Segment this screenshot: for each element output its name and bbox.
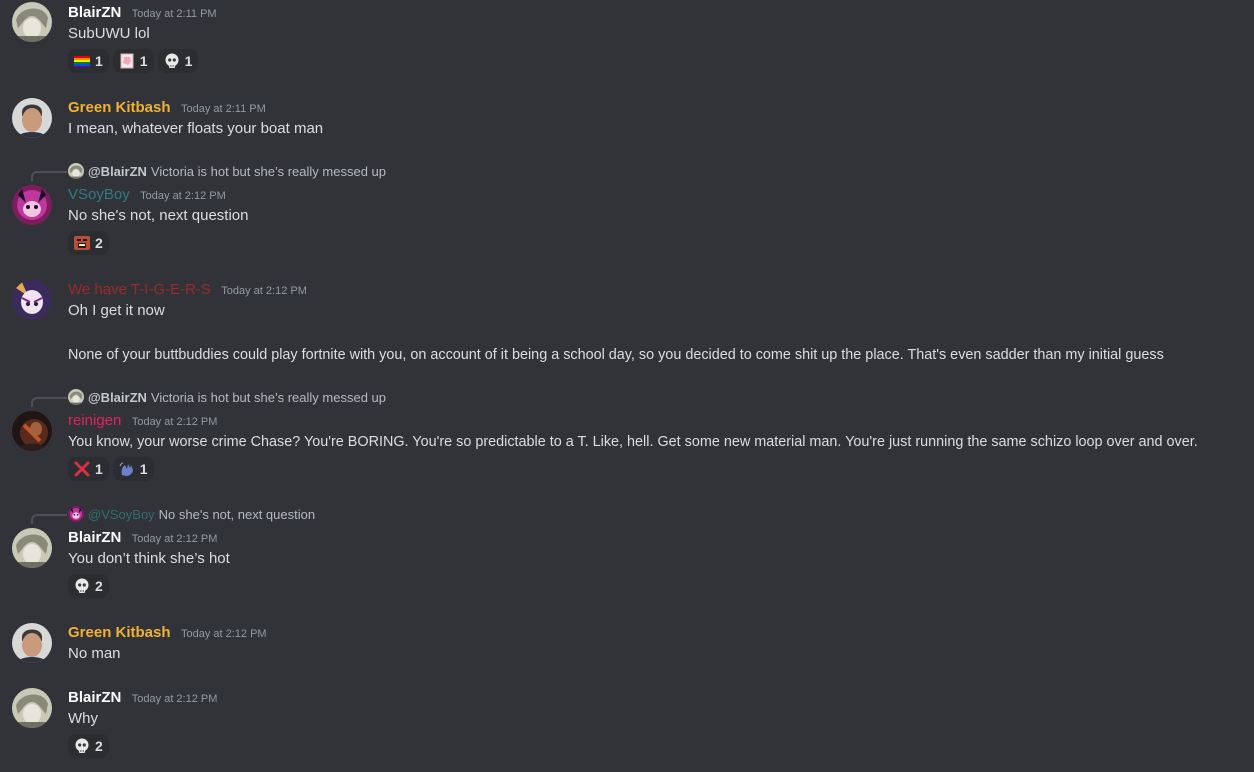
reaction-skull-face[interactable]: 2: [68, 734, 109, 758]
timestamp[interactable]: Today at 2:12 PM: [181, 628, 267, 640]
reply-reference[interactable]: @VSoyBoy No she's not, next question: [68, 505, 315, 523]
avatar[interactable]: [12, 623, 52, 663]
username[interactable]: reinigen: [68, 412, 121, 429]
shouting-face-icon: [74, 235, 90, 251]
timestamp[interactable]: Today at 2:11 PM: [132, 8, 217, 20]
message-text: I mean, whatever floats your boat man: [68, 120, 324, 137]
reaction-count: 1: [184, 53, 193, 69]
reaction-waving-hand[interactable]: 1: [112, 457, 154, 481]
reaction-skull-face[interactable]: 2: [68, 574, 109, 598]
message-header: VSoyBoy Today at 2:12 PM: [68, 186, 226, 204]
username[interactable]: BlairZN: [68, 529, 121, 546]
reply-mention[interactable]: @BlairZN: [88, 164, 147, 179]
reply-connector: [31, 171, 67, 181]
avatar[interactable]: [12, 2, 52, 42]
reaction-anime-sticker[interactable]: 1: [112, 49, 154, 73]
message-text: No man: [68, 645, 121, 662]
message-text: You know, your worse crime Chase? You're…: [68, 434, 1198, 450]
username[interactable]: Green Kitbash: [68, 99, 171, 116]
message-header: reinigen Today at 2:12 PM: [68, 412, 217, 430]
reaction-red-x[interactable]: 1: [68, 457, 109, 481]
chat-messages: BlairZN Today at 2:11 PM SubUWU lol 1 1 …: [0, 0, 1254, 772]
reply-mention[interactable]: @BlairZN: [88, 390, 147, 405]
skull-face-icon: [74, 738, 90, 754]
reply-preview: No she's not, next question: [158, 506, 316, 522]
reactions: 2: [68, 734, 109, 758]
username[interactable]: We have T-I-G-E-R-S: [68, 281, 211, 298]
avatar[interactable]: [12, 185, 52, 225]
message-text: No she's not, next question: [68, 207, 249, 224]
message-header: BlairZN Today at 2:11 PM: [68, 4, 217, 22]
username[interactable]: BlairZN: [68, 689, 121, 706]
message-text: SubUWU lol: [68, 25, 150, 42]
anime-sticker-icon: [119, 53, 135, 69]
timestamp[interactable]: Today at 2:12 PM: [132, 533, 218, 545]
reaction-count: 2: [95, 578, 103, 594]
avatar[interactable]: [12, 280, 52, 320]
reaction-count: 2: [95, 235, 103, 251]
reply-connector: [31, 397, 67, 407]
message-header: BlairZN Today at 2:12 PM: [68, 689, 217, 707]
reply-mention[interactable]: @VSoyBoy: [88, 507, 155, 522]
reaction-count: 1: [95, 461, 103, 477]
avatar[interactable]: [12, 528, 52, 568]
timestamp[interactable]: Today at 2:12 PM: [132, 693, 218, 705]
avatar[interactable]: [12, 688, 52, 728]
reaction-shouting-face[interactable]: 2: [68, 231, 109, 255]
reply-connector: [31, 514, 67, 524]
timestamp[interactable]: Today at 2:12 PM: [140, 190, 226, 202]
username[interactable]: BlairZN: [68, 4, 121, 21]
reaction-rainbow-flag[interactable]: 1: [68, 49, 109, 73]
avatar[interactable]: [12, 411, 52, 451]
reply-preview: Victoria is hot but she’s really messed …: [150, 163, 386, 179]
waving-hand-icon: [119, 461, 135, 477]
reply-avatar: [68, 163, 84, 179]
reaction-count: 1: [139, 461, 148, 477]
skull-face-icon: [74, 578, 90, 594]
reaction-count: 1: [95, 53, 103, 69]
message-header: Green Kitbash Today at 2:12 PM: [68, 624, 267, 642]
username[interactable]: Green Kitbash: [68, 624, 171, 641]
red-x-icon: [74, 461, 90, 477]
message-text: None of your buttbuddies could play fort…: [68, 347, 1164, 363]
reply-avatar: [68, 389, 84, 405]
message-text: You don’t think she’s hot: [68, 550, 230, 567]
reaction-count: 2: [95, 738, 103, 754]
timestamp[interactable]: Today at 2:12 PM: [221, 285, 307, 297]
message-text: Oh I get it now: [68, 302, 165, 319]
reaction-count: 1: [139, 53, 148, 69]
reply-preview: Victoria is hot but she’s really messed …: [150, 389, 386, 405]
message-header: BlairZN Today at 2:12 PM: [68, 529, 217, 547]
timestamp[interactable]: Today at 2:12 PM: [132, 416, 218, 428]
reactions: 1 1 1: [68, 49, 199, 73]
reactions: 2: [68, 574, 109, 598]
message-text: Why: [68, 710, 98, 727]
reply-reference[interactable]: @BlairZN Victoria is hot but she’s reall…: [68, 162, 386, 180]
timestamp[interactable]: Today at 2:11 PM: [181, 103, 266, 115]
message-header: Green Kitbash Today at 2:11 PM: [68, 99, 266, 117]
reply-reference[interactable]: @BlairZN Victoria is hot but she’s reall…: [68, 388, 386, 406]
reply-avatar: [68, 506, 84, 522]
avatar[interactable]: [12, 98, 52, 138]
reaction-skull-face[interactable]: 1: [157, 49, 199, 73]
rainbow-flag-icon: [74, 53, 90, 69]
username[interactable]: VSoyBoy: [68, 186, 130, 203]
reactions: 1 1: [68, 457, 154, 481]
reactions: 2: [68, 231, 109, 255]
skull-face-icon: [164, 53, 180, 69]
message-header: We have T-I-G-E-R-S Today at 2:12 PM: [68, 281, 307, 299]
